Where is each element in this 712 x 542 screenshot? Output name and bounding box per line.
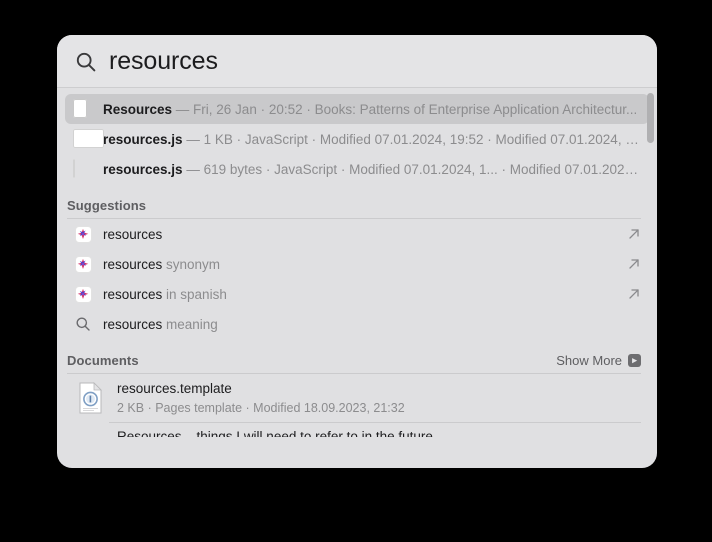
- suggestion-row[interactable]: resources in spanish: [65, 279, 649, 309]
- suggestion-row[interactable]: resources synonym: [65, 249, 649, 279]
- result-row-text: resources.js — 1 KB · JavaScript · Modif…: [103, 132, 641, 147]
- show-more-label: Show More: [556, 352, 622, 368]
- result-row-top-hit[interactable]: Resources — Fri, 26 Jan · 20:52 · Books:…: [65, 94, 649, 124]
- result-title: resources.js: [103, 161, 183, 177]
- show-more-badge-icon: ▸: [628, 353, 641, 367]
- javascript-file-icon: [73, 159, 93, 179]
- section-title: Suggestions: [67, 197, 147, 213]
- suggestion-query: resources: [103, 286, 163, 302]
- siri-suggestion-icon: [73, 224, 93, 244]
- search-input[interactable]: resources: [109, 48, 218, 74]
- spotlight-window: resources Resources — Fri, 26 Jan · 20:5…: [57, 35, 657, 468]
- result-row-text: Resources — Fri, 26 Jan · 20:52 · Books:…: [103, 102, 637, 117]
- search-bar[interactable]: resources: [57, 35, 657, 88]
- result-row[interactable]: resources.js — 619 bytes · JavaScript · …: [65, 154, 649, 184]
- results-list: Resources — Fri, 26 Jan · 20:52 · Books:…: [57, 88, 657, 468]
- suggestion-rest: synonym: [162, 256, 221, 272]
- suggestion-rest: meaning: [162, 316, 218, 332]
- suggestion-rest: in spanish: [162, 286, 227, 302]
- suggestion-query: resources: [103, 226, 163, 242]
- result-title: Resources: [103, 101, 173, 117]
- document-row-clipped[interactable]: Resources – things I will need to refer …: [65, 423, 649, 437]
- vertical-scrollbar[interactable]: [647, 93, 654, 463]
- siri-suggestion-icon: [73, 254, 93, 274]
- document-text: resources.template 2 KB · Pages template…: [117, 379, 405, 417]
- result-title: resources.js: [103, 131, 183, 147]
- suggestion-text: resources: [103, 227, 627, 242]
- document-row[interactable]: resources.template 2 KB · Pages template…: [65, 374, 649, 422]
- show-more-button[interactable]: Show More ▸: [556, 353, 641, 368]
- suggestion-text: resources meaning: [103, 317, 641, 332]
- result-row[interactable]: resources.js — 1 KB · JavaScript · Modif…: [65, 124, 649, 154]
- result-meta: — 619 bytes · JavaScript · Modified 07.0…: [182, 161, 641, 177]
- javascript-file-icon: [73, 129, 104, 149]
- document-title: resources.template: [117, 381, 232, 397]
- suggestion-text: resources synonym: [103, 257, 627, 272]
- books-collection-icon: [73, 99, 93, 119]
- documents-section-header: Documents Show More ▸: [57, 347, 657, 373]
- suggestion-text: resources in spanish: [103, 287, 627, 302]
- suggestion-query: resources: [103, 256, 163, 272]
- suggestion-row[interactable]: resources: [65, 219, 649, 249]
- search-icon: [75, 51, 97, 73]
- document-title: Resources – things I will need to refer …: [117, 429, 433, 437]
- arrow-up-right-icon: [627, 227, 641, 241]
- scrollbar-thumb[interactable]: [647, 93, 654, 143]
- pages-template-icon: [73, 379, 107, 417]
- result-row-text: resources.js — 619 bytes · JavaScript · …: [103, 162, 641, 177]
- document-meta: 2 KB · Pages template · Modified 18.09.2…: [117, 400, 405, 415]
- siri-suggestion-icon: [73, 284, 93, 304]
- arrow-up-right-icon: [627, 287, 641, 301]
- suggestions-section-header: Suggestions: [57, 192, 657, 218]
- search-icon: [73, 314, 93, 334]
- section-title: Documents: [67, 352, 139, 368]
- suggestion-query: resources: [103, 316, 163, 332]
- arrow-up-right-icon: [627, 257, 641, 271]
- suggestion-row[interactable]: resources meaning: [65, 309, 649, 339]
- result-meta: — 1 KB · JavaScript · Modified 07.01.202…: [182, 131, 641, 147]
- result-meta: — Fri, 26 Jan · 20:52 · Books: Patterns …: [172, 101, 638, 117]
